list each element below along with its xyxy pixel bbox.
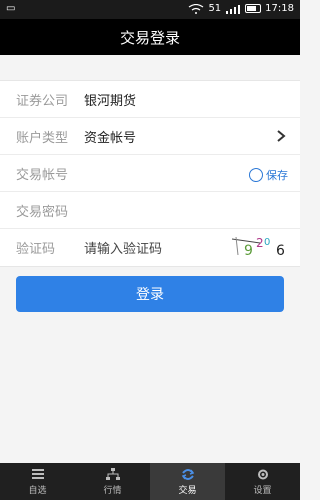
tab-trade[interactable]: 交易 — [150, 463, 225, 500]
svg-text:6: 6 — [276, 243, 285, 259]
status-left: ▭ — [6, 3, 15, 14]
tab-watchlist[interactable]: 自选 — [0, 463, 75, 500]
save-label: 保存 — [266, 169, 288, 182]
tab-label: 交易 — [178, 486, 197, 496]
svg-text:0: 0 — [264, 237, 270, 248]
captcha-input[interactable]: 请输入验证码 — [84, 238, 162, 257]
login-form: 证券公司 银河期货 账户类型 资金帐号 交易帐号 保存 交易密码 验证码 请输入… — [0, 80, 300, 267]
captcha-label: 验证码 — [16, 242, 56, 257]
list-icon — [31, 469, 44, 479]
refresh-icon — [181, 469, 194, 480]
tab-label: 行情 — [103, 486, 122, 496]
status-bar: ▭ 51 17:18 — [0, 0, 300, 19]
tab-label: 自选 — [28, 486, 47, 496]
broker-label: 证券公司 — [16, 93, 69, 109]
signal-text: 51 — [208, 3, 222, 14]
title-bar: 交易登录 — [0, 19, 300, 55]
wifi-icon — [189, 3, 204, 14]
svg-text:2: 2 — [256, 236, 264, 250]
tab-label: 设置 — [253, 486, 272, 496]
account-type-row[interactable]: 账户类型 资金帐号 — [0, 118, 300, 155]
tab-settings[interactable]: 设置 — [225, 463, 300, 500]
svg-text:9: 9 — [244, 243, 253, 259]
battery-icon — [245, 4, 262, 13]
save-toggle[interactable]: 保存 — [249, 167, 288, 183]
notification-icon: ▭ — [6, 3, 16, 14]
password-row: 交易密码 — [0, 192, 300, 229]
status-right: 51 17:18 — [188, 3, 294, 14]
account-type-value: 资金帐号 — [84, 130, 137, 146]
broker-value: 银河期货 — [84, 93, 137, 109]
captcha-image[interactable]: 9 2 0 6 — [230, 233, 290, 261]
login-button[interactable]: 登录 — [16, 276, 284, 312]
account-label: 交易帐号 — [16, 167, 69, 183]
password-label: 交易密码 — [16, 204, 69, 220]
account-row: 交易帐号 保存 — [0, 155, 300, 192]
captcha-row: 验证码 请输入验证码 9 2 0 6 — [0, 229, 300, 266]
tab-bar: 自选 行情 交易 设置 — [0, 463, 300, 500]
broker-row[interactable]: 证券公司 银河期货 — [0, 81, 300, 118]
password-input[interactable] — [84, 192, 300, 228]
gear-icon — [257, 469, 268, 480]
clock: 17:18 — [265, 3, 294, 14]
save-checkbox-icon — [249, 168, 263, 182]
chevron-right-icon — [277, 130, 286, 142]
network-icon — [105, 468, 120, 480]
tab-market[interactable]: 行情 — [75, 463, 150, 500]
page-title: 交易登录 — [119, 28, 180, 47]
account-type-label: 账户类型 — [16, 130, 69, 146]
signal-icon — [226, 4, 241, 14]
